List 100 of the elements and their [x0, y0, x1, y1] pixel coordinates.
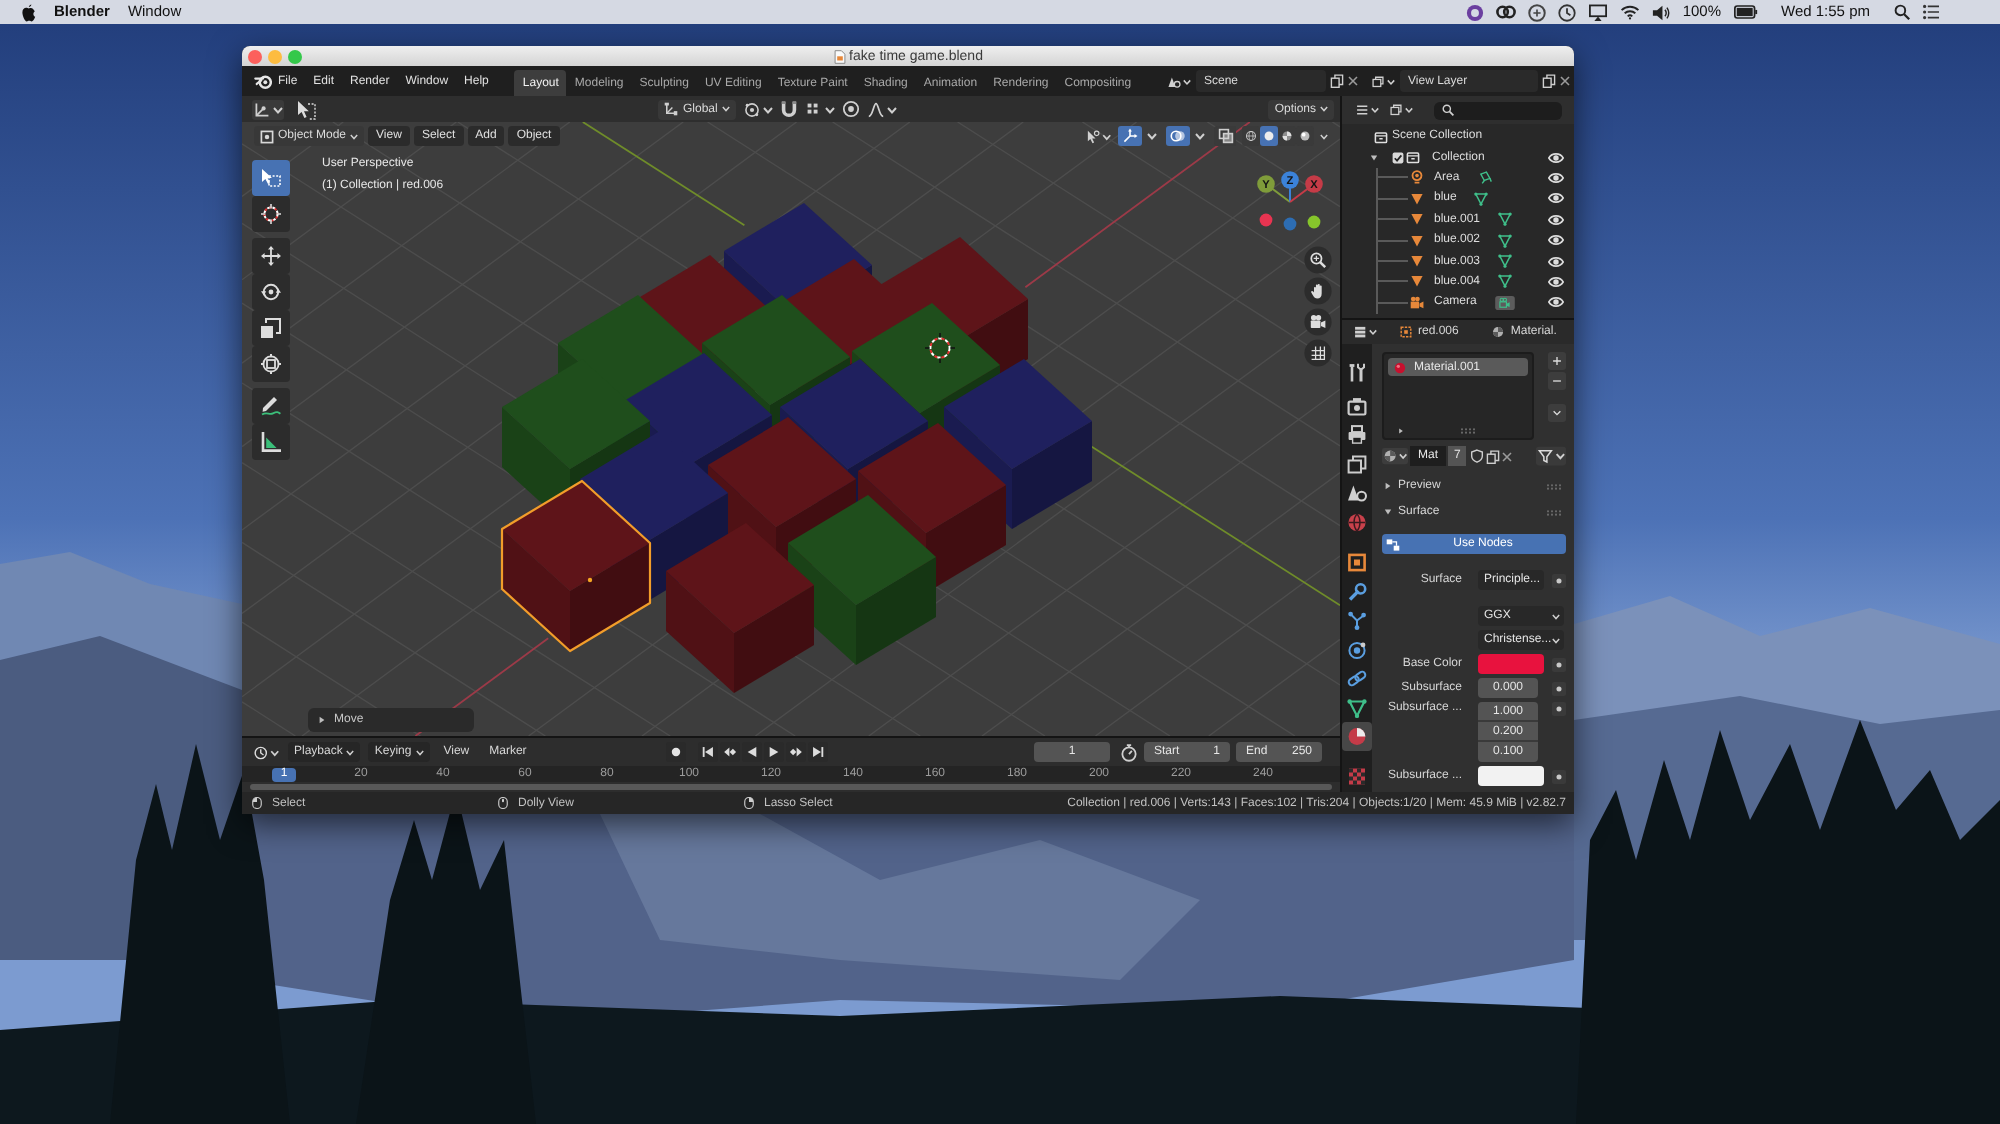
close-icon[interactable] — [1348, 76, 1358, 86]
zoom-magnifier-icon[interactable] — [1304, 246, 1332, 274]
arrows-icon[interactable] — [1118, 126, 1160, 146]
keyframe-forward-icon[interactable] — [786, 742, 806, 762]
globe-icon[interactable] — [1342, 507, 1372, 536]
speaker-icon[interactable] — [1652, 3, 1671, 21]
stacked-images-icon[interactable] — [1370, 73, 1396, 89]
eye-icon[interactable] — [1548, 151, 1564, 164]
copy-icon[interactable] — [1330, 74, 1344, 88]
socket-dot-icon[interactable] — [1552, 657, 1566, 671]
triangle-vertices-icon[interactable] — [1498, 233, 1513, 248]
falloff-curve-icon[interactable] — [865, 99, 898, 119]
branch-dots-icon[interactable] — [1342, 606, 1372, 635]
crosshair-cursor-icon[interactable] — [252, 196, 290, 232]
search-field[interactable] — [1434, 101, 1562, 119]
hand-icon[interactable] — [1304, 277, 1332, 305]
clock-icon[interactable] — [1558, 3, 1577, 21]
shield-icon[interactable] — [1470, 448, 1485, 464]
caret-icon — [350, 133, 359, 139]
eye-icon[interactable] — [1548, 171, 1564, 184]
mouse-middle-icon — [498, 796, 508, 810]
clock-icon[interactable] — [252, 743, 280, 761]
socket-dot-icon[interactable] — [1552, 573, 1566, 587]
pivot-dots-icon[interactable] — [741, 99, 774, 119]
copy-icon[interactable] — [1486, 449, 1501, 463]
display-icon[interactable] — [1588, 3, 1609, 21]
apple-icon[interactable] — [22, 3, 36, 21]
dashed-square-icon — [1400, 326, 1412, 338]
magnet-icon[interactable] — [779, 100, 798, 118]
minus-icon[interactable] — [1548, 372, 1566, 390]
shaded-sphere-icon[interactable] — [1278, 126, 1296, 146]
checkbox[interactable] — [1392, 151, 1404, 164]
expand-triangle-icon — [318, 716, 326, 724]
square-icon[interactable] — [1342, 548, 1372, 577]
chevron-icon[interactable] — [1548, 404, 1566, 422]
expand-triangle-icon[interactable] — [1370, 153, 1378, 162]
expand-triangle-icon[interactable] — [1398, 428, 1404, 434]
stacked-images-icon[interactable] — [1388, 102, 1414, 118]
increment-squares-icon[interactable] — [803, 99, 836, 119]
record-icon[interactable] — [666, 742, 686, 762]
sphere-icon[interactable] — [1342, 722, 1372, 751]
overlapping-squares-icon[interactable] — [1214, 126, 1236, 146]
pencil-icon[interactable] — [252, 388, 290, 424]
move-arrows-icon[interactable] — [252, 238, 290, 274]
triangle-vertices-icon[interactable] — [1498, 212, 1513, 227]
timeline-scrollbar[interactable] — [250, 784, 1332, 790]
eye-icon[interactable] — [1548, 234, 1564, 247]
select-box-icon[interactable] — [252, 160, 290, 196]
wire-sphere-icon[interactable] — [1242, 126, 1260, 146]
axis-dot-icon[interactable] — [1307, 215, 1321, 229]
bars-icon[interactable] — [1352, 324, 1378, 340]
socket-dot-icon[interactable] — [1552, 769, 1566, 783]
overlapping-circles-icon[interactable] — [1166, 126, 1208, 146]
skip-start-icon[interactable] — [698, 742, 718, 762]
solid-sphere-icon[interactable] — [1260, 126, 1278, 146]
camera-outline-icon[interactable] — [1494, 295, 1517, 310]
ruler-icon[interactable] — [252, 424, 290, 460]
funnel-icon[interactable] — [1536, 446, 1566, 466]
color-swatch[interactable] — [1478, 766, 1544, 786]
copy-icon[interactable] — [1542, 74, 1556, 88]
eye-icon[interactable] — [1548, 192, 1564, 205]
glossy-sphere-icon[interactable] — [1296, 126, 1314, 146]
axes-icon[interactable] — [252, 99, 284, 119]
socket-dot-icon[interactable] — [1552, 702, 1566, 716]
ring-icon[interactable] — [1466, 3, 1485, 21]
axis-dot-icon[interactable] — [1283, 217, 1297, 231]
close-icon[interactable] — [1560, 76, 1570, 86]
eye-icon[interactable] — [1548, 255, 1564, 268]
eye-icon[interactable] — [1548, 275, 1564, 288]
document-icon — [833, 49, 846, 63]
triangle-vertices-icon[interactable] — [1342, 693, 1372, 722]
plus-icon[interactable] — [1548, 352, 1566, 370]
triangle-vertices-icon[interactable] — [1498, 274, 1513, 289]
triangle-vertices-icon[interactable] — [1498, 254, 1513, 269]
keyframe-back-icon[interactable] — [720, 742, 740, 762]
list-icon[interactable] — [1922, 4, 1940, 20]
cone-sphere-icon[interactable] — [1166, 73, 1192, 89]
eye-icon[interactable] — [1548, 296, 1564, 309]
triangle-vertices-icon[interactable] — [1474, 191, 1489, 206]
linked-circles-icon[interactable] — [1496, 4, 1517, 20]
skip-end-icon[interactable] — [808, 742, 828, 762]
wifi-icon[interactable] — [1620, 4, 1641, 20]
list-icon[interactable] — [1354, 102, 1380, 118]
pointer-icon[interactable] — [1084, 127, 1112, 145]
socket-dot-icon[interactable] — [1552, 681, 1566, 695]
arrow-cursor-icon[interactable] — [296, 99, 316, 119]
circle-dot-icon[interactable] — [841, 100, 860, 118]
crosshair-ring-icon[interactable] — [924, 332, 956, 364]
app-logo-icon[interactable] — [254, 73, 272, 89]
eye-icon[interactable] — [1548, 213, 1564, 226]
grid-icon[interactable] — [1304, 339, 1332, 367]
box-icon — [1374, 129, 1388, 144]
stopwatch-icon[interactable] — [1120, 743, 1138, 761]
close-icon[interactable] — [1502, 451, 1513, 461]
color-swatch[interactable] — [1478, 654, 1544, 674]
battery-icon[interactable] — [1733, 4, 1758, 20]
circle-plus-icon[interactable] — [1528, 3, 1547, 21]
camera-icon[interactable] — [1304, 308, 1332, 336]
search-icon[interactable] — [1894, 4, 1910, 20]
axis-dot-icon[interactable] — [1259, 213, 1273, 227]
